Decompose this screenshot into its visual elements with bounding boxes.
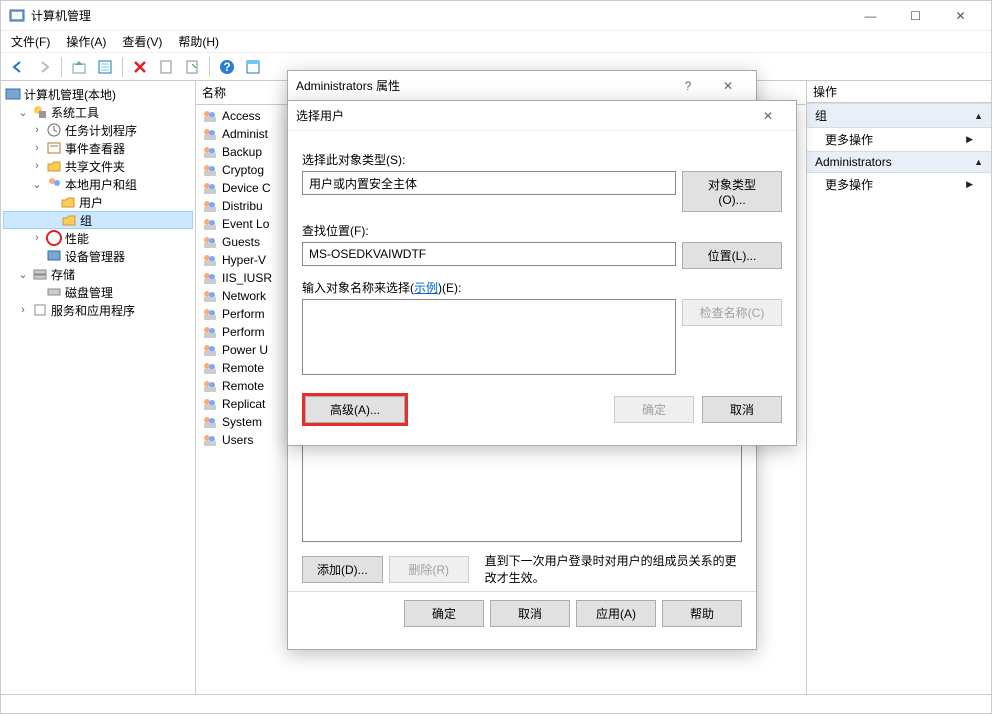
select-users-dialog: 选择用户 ✕ 选择此对象类型(S): 对象类型(O)... 查找位置(F): 位… bbox=[287, 100, 797, 446]
tree-eventview[interactable]: ›事件查看器 bbox=[3, 139, 193, 157]
group-icon bbox=[202, 378, 218, 394]
arrow-icon: ▶ bbox=[966, 179, 973, 190]
group-icon bbox=[202, 270, 218, 286]
svg-text:?: ? bbox=[223, 60, 230, 74]
collapse-icon: ▲ bbox=[974, 157, 983, 167]
group-icon bbox=[202, 126, 218, 142]
advanced-highlight: 高级(A)... bbox=[302, 393, 408, 426]
close-button[interactable]: ✕ bbox=[708, 71, 748, 101]
group-icon bbox=[202, 306, 218, 322]
arrow-icon: ▶ bbox=[966, 134, 973, 145]
tree-systools[interactable]: ⌄系统工具 bbox=[3, 103, 193, 121]
export-button[interactable] bbox=[181, 56, 203, 78]
object-names-input[interactable] bbox=[302, 299, 676, 375]
object-names-label: 输入对象名称来选择(示例)(E): bbox=[302, 279, 782, 296]
tree-services[interactable]: ›服务和应用程序 bbox=[3, 301, 193, 319]
group-icon bbox=[202, 162, 218, 178]
tree-tasksched[interactable]: ›任务计划程序 bbox=[3, 121, 193, 139]
help-button[interactable]: ? bbox=[668, 71, 708, 101]
group-icon bbox=[202, 360, 218, 376]
cancel-button[interactable]: 取消 bbox=[490, 600, 570, 627]
object-type-label: 选择此对象类型(S): bbox=[302, 151, 782, 168]
menu-view[interactable]: 查看(V) bbox=[122, 33, 162, 50]
group-icon bbox=[202, 252, 218, 268]
tree-groups[interactable]: 组 bbox=[3, 211, 193, 229]
remove-button: 删除(R) bbox=[389, 556, 469, 583]
actions-more-1[interactable]: 更多操作▶ bbox=[807, 128, 991, 151]
group-icon bbox=[202, 342, 218, 358]
location-field bbox=[302, 242, 676, 266]
select-users-title: 选择用户 bbox=[296, 107, 344, 124]
object-types-button[interactable]: 对象类型(O)... bbox=[682, 171, 782, 212]
app-icon bbox=[9, 8, 25, 24]
tree-shared[interactable]: ›共享文件夹 bbox=[3, 157, 193, 175]
properties-titlebar: Administrators 属性 ? ✕ bbox=[288, 71, 756, 101]
group-icon bbox=[202, 288, 218, 304]
tree-perf[interactable]: ›性能 bbox=[3, 229, 193, 247]
select-users-titlebar: 选择用户 ✕ bbox=[288, 101, 796, 131]
members-note: 直到下一次用户登录时对用户的组成员关系的更改才生效。 bbox=[475, 552, 742, 586]
actions-more-2[interactable]: 更多操作▶ bbox=[807, 173, 991, 196]
up-button[interactable] bbox=[68, 56, 90, 78]
refresh-button[interactable] bbox=[155, 56, 177, 78]
menubar: 文件(F) 操作(A) 查看(V) 帮助(H) bbox=[1, 31, 991, 53]
maximize-button[interactable]: ☐ bbox=[893, 1, 938, 31]
locations-button[interactable]: 位置(L)... bbox=[682, 242, 782, 269]
close-button[interactable]: ✕ bbox=[938, 1, 983, 31]
group-icon bbox=[202, 324, 218, 340]
help-button[interactable]: 帮助 bbox=[662, 600, 742, 627]
tree-users[interactable]: 用户 bbox=[3, 193, 193, 211]
ok-button: 确定 bbox=[614, 396, 694, 423]
tree-localusers[interactable]: ⌄本地用户和组 bbox=[3, 175, 193, 193]
close-button[interactable]: ✕ bbox=[748, 101, 788, 131]
menu-file[interactable]: 文件(F) bbox=[11, 33, 50, 50]
object-type-field bbox=[302, 171, 676, 195]
group-icon bbox=[202, 180, 218, 196]
check-names-button: 检查名称(C) bbox=[682, 299, 782, 326]
location-label: 查找位置(F): bbox=[302, 222, 782, 239]
tree-root[interactable]: 计算机管理(本地) bbox=[3, 85, 193, 103]
list-button[interactable] bbox=[94, 56, 116, 78]
menu-help[interactable]: 帮助(H) bbox=[178, 33, 219, 50]
menu-action[interactable]: 操作(A) bbox=[66, 33, 106, 50]
minimize-button[interactable]: — bbox=[848, 1, 893, 31]
delete-button[interactable] bbox=[129, 56, 151, 78]
examples-link[interactable]: 示例 bbox=[414, 281, 438, 295]
group-icon bbox=[202, 144, 218, 160]
group-icon bbox=[202, 396, 218, 412]
add-button[interactable]: 添加(D)... bbox=[302, 556, 383, 583]
actions-section-group[interactable]: 组▲ bbox=[807, 103, 991, 128]
tree-diskmgmt[interactable]: 磁盘管理 bbox=[3, 283, 193, 301]
titlebar: 计算机管理 — ☐ ✕ bbox=[1, 1, 991, 31]
window-title: 计算机管理 bbox=[31, 7, 91, 24]
group-icon bbox=[202, 198, 218, 214]
tree-storage[interactable]: ⌄存储 bbox=[3, 265, 193, 283]
actions-header: 操作 bbox=[807, 81, 991, 103]
advanced-button[interactable]: 高级(A)... bbox=[305, 396, 405, 423]
cancel-button[interactable]: 取消 bbox=[702, 396, 782, 423]
group-icon bbox=[202, 108, 218, 124]
view-button[interactable] bbox=[242, 56, 264, 78]
actions-panel: 操作 组▲ 更多操作▶ Administrators▲ 更多操作▶ bbox=[807, 81, 991, 694]
help-icon[interactable]: ? bbox=[216, 56, 238, 78]
ok-button[interactable]: 确定 bbox=[404, 600, 484, 627]
back-button[interactable] bbox=[7, 56, 29, 78]
tree-panel: 计算机管理(本地) ⌄系统工具 ›任务计划程序 ›事件查看器 ›共享文件夹 ⌄本… bbox=[1, 81, 196, 694]
properties-title: Administrators 属性 bbox=[296, 77, 400, 94]
forward-button[interactable] bbox=[33, 56, 55, 78]
collapse-icon: ▲ bbox=[974, 111, 983, 121]
actions-section-admins[interactable]: Administrators▲ bbox=[807, 151, 991, 173]
group-icon bbox=[202, 234, 218, 250]
group-icon bbox=[202, 216, 218, 232]
group-icon bbox=[202, 432, 218, 448]
group-icon bbox=[202, 414, 218, 430]
tree-devmgr[interactable]: 设备管理器 bbox=[3, 247, 193, 265]
apply-button[interactable]: 应用(A) bbox=[576, 600, 656, 627]
